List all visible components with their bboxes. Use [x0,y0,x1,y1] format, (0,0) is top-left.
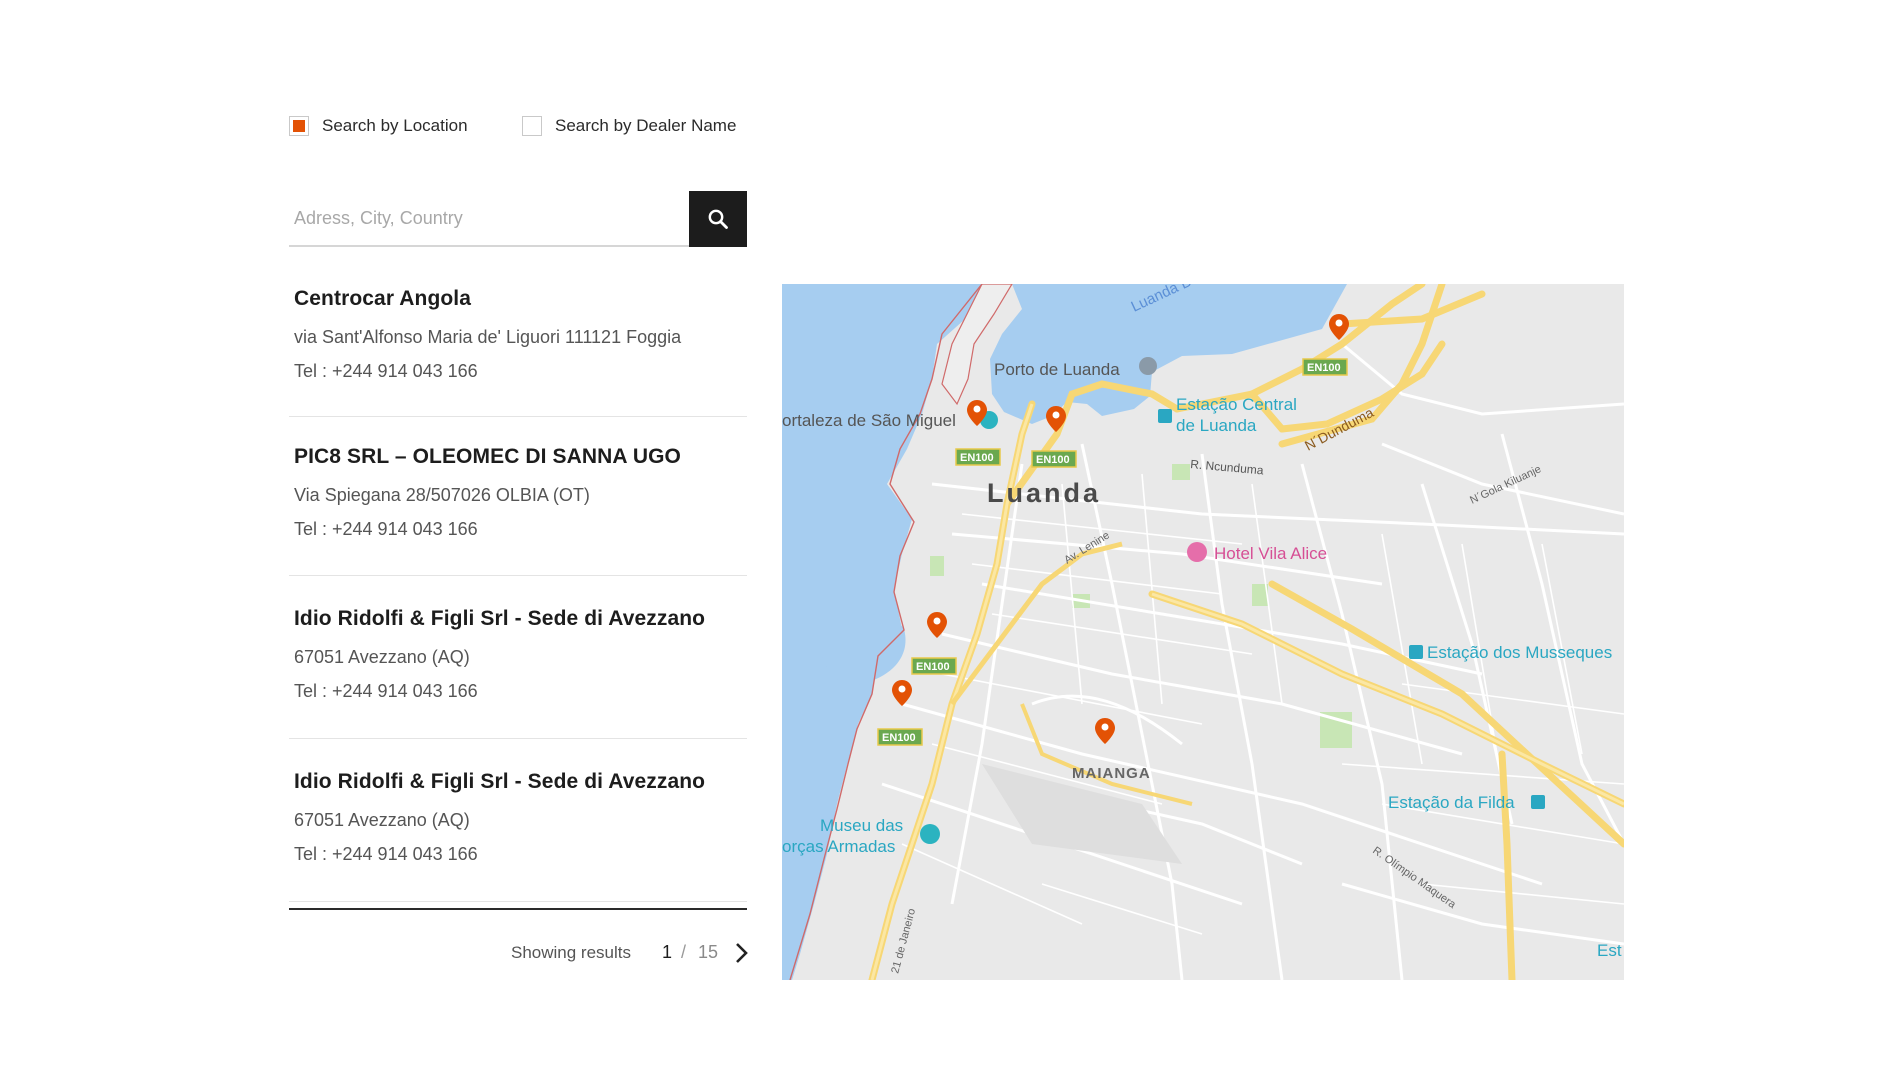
map-label-museu: Museu das [820,816,903,835]
map-label-museu-2: orças Armadas [782,837,895,856]
dealer-list-item[interactable]: Idio Ridolfi & Figli Srl - Sede di Avezz… [289,769,747,902]
map-label-district: MAIANGA [1072,765,1151,782]
location-checkbox[interactable] [289,116,309,136]
dealer-address: 67051 Avezzano (AQ) [294,810,470,830]
search-button[interactable] [689,191,747,247]
map-label-fortaleza: ortaleza de São Miguel [782,411,956,430]
map-label-est: Est [1597,941,1622,960]
search-input[interactable] [289,191,689,247]
dealer-phone[interactable]: Tel : +244 914 043 166 [294,680,747,702]
dealer-list-item[interactable]: Idio Ridolfi & Figli Srl - Sede di Avezz… [289,606,747,739]
dealer-name-option-label: Search by Dealer Name [555,116,737,135]
search-by-dealer-name-option[interactable]: Search by Dealer Name [522,114,736,138]
map-label-musseques: Estação dos Musseques [1427,643,1612,662]
map-label-city: Luanda [987,478,1101,508]
list-divider [289,908,747,910]
map-canvas: EN100 EN100 EN100 EN100 EN100 Luanda Bay… [782,284,1624,980]
current-page: 1 [662,942,673,962]
route-label: EN100 [1036,454,1070,466]
dealer-name: Centrocar Angola [294,287,472,310]
pagination-label: Showing results [511,943,632,962]
page-separator: / [681,942,687,962]
dealer-name: Idio Ridolfi & Figli Srl - Sede di Avezz… [294,770,706,793]
route-label: EN100 [960,452,994,464]
search-by-location-option[interactable]: Search by Location [289,114,468,138]
total-pages: 15 [698,942,719,962]
dealer-address: Via Spiegana 28/507026 OLBIA (OT) [294,485,590,505]
dealer-phone[interactable]: Tel : +244 914 043 166 [294,518,747,540]
route-label: EN100 [916,661,950,673]
location-option-label: Search by Location [322,116,468,135]
map-label-filda: Estação da Filda [1388,793,1515,812]
dealer-name-checkbox[interactable] [522,116,542,136]
route-label: EN100 [1307,362,1341,374]
dealer-phone[interactable]: Tel : +244 914 043 166 [294,360,747,382]
chevron-right-icon [736,943,748,963]
map-label-hotel: Hotel Vila Alice [1214,544,1327,563]
checkbox-checked-icon [293,120,305,132]
dealer-name: Idio Ridolfi & Figli Srl - Sede di Avezz… [294,607,706,630]
dealer-name: PIC8 SRL – OLEOMEC DI SANNA UGO [294,445,681,468]
dealer-list-item[interactable]: PIC8 SRL – OLEOMEC DI SANNA UGO Via Spie… [289,444,747,576]
map-label-estacao-central-2: de Luanda [1176,416,1257,435]
search-icon [708,209,728,229]
dealer-list-item[interactable]: Centrocar Angola via Sant'Alfonso Maria … [289,286,747,417]
dealer-address: via Sant'Alfonso Maria de' Liguori 11112… [294,327,682,347]
next-page-button[interactable] [732,940,752,966]
map-label-porto: Porto de Luanda [994,360,1120,379]
search-bar [289,191,747,249]
dealer-phone[interactable]: Tel : +244 914 043 166 [294,843,747,865]
map-label-estacao-central: Estação Central [1176,395,1297,414]
dealer-map[interactable]: EN100 EN100 EN100 EN100 EN100 Luanda Bay… [782,284,1624,980]
route-label: EN100 [882,732,916,744]
dealer-address: 67051 Avezzano (AQ) [294,647,470,667]
